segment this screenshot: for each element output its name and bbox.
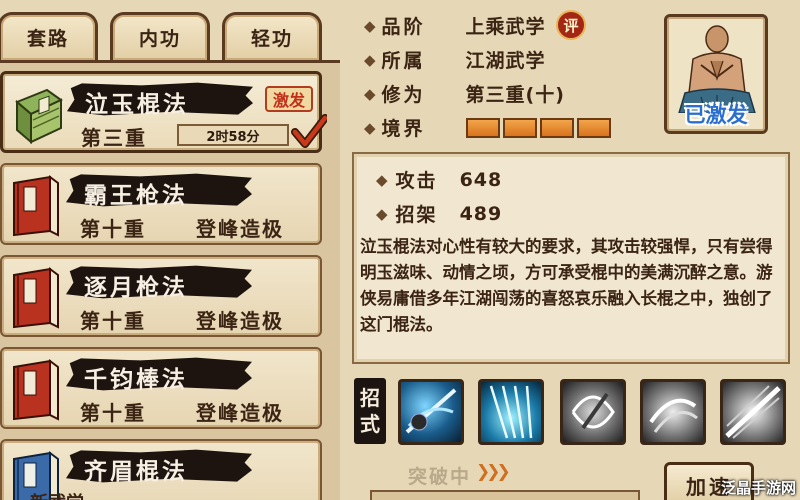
tab-taolu[interactable]: 套路 <box>0 12 98 60</box>
skill-list: 泣玉棍法 激发 第三重 2时58分 霸王枪法 第十重 登峰造极 逐月枪法 第十重… <box>0 60 340 500</box>
diamond-icon: ◆ <box>376 204 388 223</box>
skill-status: 登峰造极 <box>196 309 284 333</box>
diamond-icon: ◆ <box>364 50 376 69</box>
skill-level: 第十重 <box>80 401 146 425</box>
diamond-icon: ◆ <box>364 84 376 103</box>
parry-label: 招架 <box>395 204 438 226</box>
realm-label: 境界 <box>381 118 426 140</box>
thrust-icon <box>725 385 781 439</box>
realm-segment <box>502 117 537 138</box>
skill-description: 泣玉棍法对心性有较大的要求，其攻击较强悍，只有尝得明玉滋味、动情之顷，方可承受棍… <box>360 237 773 334</box>
new-skill-label: 新武学 <box>30 489 84 500</box>
watermark: 泛晶手游网 <box>720 479 796 497</box>
tab-neigong[interactable]: 内功 <box>110 12 210 60</box>
progress-arrows-icon: ❯❯❯ <box>476 462 511 482</box>
move-slot-5[interactable] <box>720 379 786 445</box>
move-slot-2[interactable] <box>478 379 544 445</box>
move-slot-1[interactable] <box>398 379 464 445</box>
attack-value: 648 <box>459 168 503 191</box>
skill-name: 霸王枪法 <box>84 183 188 209</box>
realm-row: ◆ 境界 <box>364 114 611 141</box>
green-book-icon <box>15 88 63 145</box>
parry-value: 489 <box>459 202 503 225</box>
breakthrough-status: 突破中 <box>408 466 472 488</box>
skill-status: 登峰造极 <box>196 401 284 425</box>
belong-value: 江湖武学 <box>465 50 546 72</box>
breakthrough-bar <box>370 490 640 500</box>
tab-qinggong[interactable]: 轻功 <box>222 12 322 60</box>
red-book-icon <box>13 175 59 237</box>
grade-label: 品阶 <box>381 16 426 38</box>
skill-detail-panel: ◆ 攻击 648 ◆ 招架 489 泣玉棍法对心性有较大的要求，其攻击较强悍，只… <box>352 152 790 364</box>
parry-row: ◆ 招架 489 <box>376 200 502 227</box>
activated-badge: 激发 <box>265 86 313 112</box>
moves-label: 招 式 <box>354 378 386 444</box>
moves-label-top: 招 <box>360 386 380 410</box>
grade-row: ◆ 品阶 上乘武学 <box>364 12 546 39</box>
skill-name: 千钧棒法 <box>84 367 188 393</box>
attack-label: 攻击 <box>395 170 438 192</box>
skill-card-zhuyue[interactable]: 逐月枪法 第十重 登峰造极 <box>0 255 322 337</box>
realm-progress-bar <box>465 117 611 138</box>
skill-name: 泣玉棍法 <box>85 92 189 118</box>
skill-level: 第十重 <box>80 309 146 333</box>
skill-level: 第三重 <box>81 126 147 150</box>
move-slot-4[interactable] <box>640 379 706 445</box>
diamond-icon: ◆ <box>364 118 376 137</box>
skill-level: 第十重 <box>80 217 146 241</box>
realm-segment <box>576 117 611 138</box>
red-book-icon <box>13 267 59 329</box>
cultivation-label: 修为 <box>381 84 426 106</box>
skill-card-qiyu[interactable]: 泣玉棍法 激发 第三重 2时58分 <box>0 71 327 153</box>
moves-label-bottom: 式 <box>360 412 380 436</box>
move-slot-3[interactable] <box>560 379 626 445</box>
check-icon <box>291 114 327 148</box>
belong-label: 所属 <box>381 50 426 72</box>
diamond-icon: ◆ <box>376 170 388 189</box>
belong-row: ◆ 所属 江湖武学 <box>364 46 546 73</box>
rating-badge[interactable]: 评 <box>556 10 586 40</box>
skill-name: 逐月枪法 <box>84 275 188 301</box>
spin-slash-icon <box>571 392 615 430</box>
skill-name: 齐眉棍法 <box>84 459 188 485</box>
whirlwind-icon <box>649 398 698 433</box>
skill-card-qianjun[interactable]: 千钧棒法 第十重 登峰造极 <box>0 347 322 429</box>
character-portrait[interactable]: 已激发 <box>664 14 768 134</box>
cultivation-value: 第三重(十) <box>465 84 565 106</box>
realm-segment <box>465 117 500 138</box>
attack-row: ◆ 攻击 648 <box>376 166 502 193</box>
diamond-icon: ◆ <box>364 16 376 35</box>
training-timer: 2时58分 <box>177 124 289 146</box>
skill-card-bawang[interactable]: 霸王枪法 第十重 登峰造极 <box>0 163 322 245</box>
red-book-icon <box>13 359 59 421</box>
staff-rain-icon <box>489 385 533 439</box>
activated-status-label: 已激发 <box>684 103 748 127</box>
staff-strike-icon <box>405 388 457 434</box>
skill-status: 登峰造极 <box>196 217 284 241</box>
realm-segment <box>539 117 574 138</box>
grade-value: 上乘武学 <box>465 16 546 38</box>
cultivation-row: ◆ 修为 第三重(十) <box>364 80 565 107</box>
